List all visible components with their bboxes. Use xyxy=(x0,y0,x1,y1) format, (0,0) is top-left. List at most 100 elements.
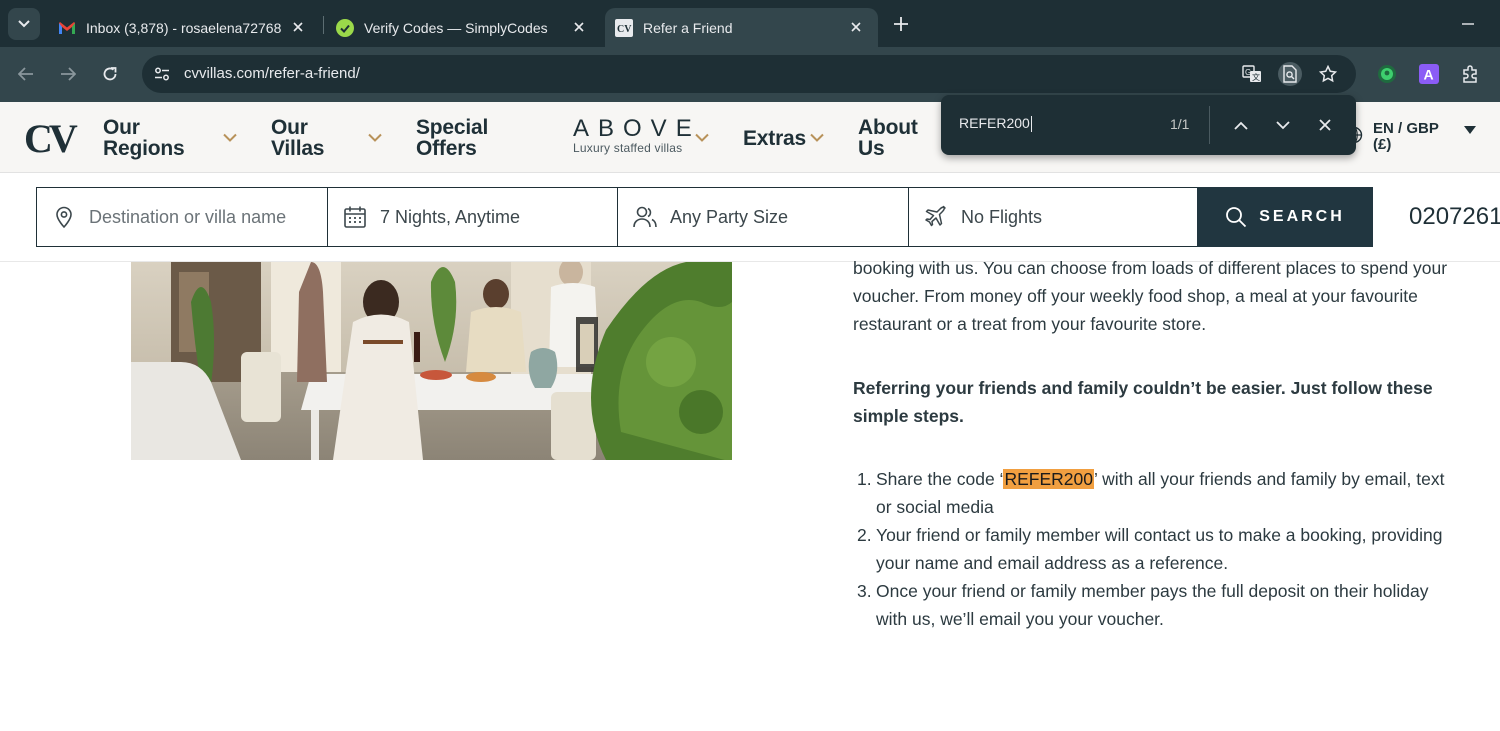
chevron-down-icon[interactable] xyxy=(695,133,709,143)
above-wordmark: ABOVE xyxy=(573,115,701,142)
list-item: 3. Once your friend or family member pay… xyxy=(853,577,1453,633)
nav-our-regions[interactable]: Our Regions xyxy=(103,116,185,160)
find-input[interactable]: REFER200 xyxy=(959,115,1032,133)
language-currency-selector[interactable]: EN / GBP (£) xyxy=(1373,121,1439,153)
search-button-label: SEARCH xyxy=(1259,208,1345,225)
currency-label: (£) xyxy=(1373,136,1392,153)
extension-letter: A xyxy=(1424,67,1434,83)
people-icon xyxy=(632,204,658,230)
tab-separator xyxy=(323,16,324,34)
party-size-value: Any Party Size xyxy=(670,206,789,227)
step-text: Your friend or family member will contac… xyxy=(876,525,1443,573)
find-match-count: 1/1 xyxy=(1170,116,1190,132)
browser-tab-bar: Inbox (3,878) - rosaelena72768 Verify Co… xyxy=(0,0,1500,47)
extensions-puzzle-icon[interactable] xyxy=(1459,62,1483,86)
site-info-icon[interactable] xyxy=(150,62,174,86)
tab-simplycodes[interactable]: Verify Codes — SimplyCodes xyxy=(326,8,601,47)
referral-code-highlight: REFER200 xyxy=(1003,469,1094,489)
nav-label: Offers xyxy=(416,137,477,160)
nav-special-offers[interactable]: Special Offers xyxy=(416,117,488,159)
new-tab-button[interactable] xyxy=(889,12,913,36)
tab-gmail[interactable]: Inbox (3,878) - rosaelena72768 xyxy=(48,8,320,47)
close-icon xyxy=(1319,119,1331,131)
simplycodes-icon xyxy=(336,18,354,37)
search-button[interactable]: SEARCH xyxy=(1197,187,1373,247)
chevron-down-icon[interactable] xyxy=(368,133,382,143)
close-tab-icon[interactable] xyxy=(288,17,308,37)
find-query: REFER200 xyxy=(959,115,1030,131)
bookmark-star-icon[interactable] xyxy=(1316,62,1340,86)
chevron-down-icon xyxy=(18,20,30,28)
referral-steps-list: 1. Share the code ‘REFER200’ with all yo… xyxy=(853,465,1453,633)
url-text: cvvillas.com/refer-a-friend/ xyxy=(184,65,360,82)
chevron-up-icon xyxy=(1234,121,1248,130)
above-luxury-link[interactable]: ABOVE Luxury staffed villas xyxy=(573,115,701,155)
flights-value: No Flights xyxy=(961,206,1043,227)
arrow-left-icon xyxy=(18,67,33,81)
destination-field[interactable] xyxy=(37,188,328,246)
tab-title: Refer a Friend xyxy=(643,19,733,36)
step-text: Once your friend or family member pays t… xyxy=(876,581,1429,629)
caret-down-icon[interactable] xyxy=(1464,126,1476,134)
find-next-button[interactable] xyxy=(1269,111,1297,139)
back-button[interactable] xyxy=(13,61,39,87)
reload-icon xyxy=(103,67,117,81)
destination-input[interactable] xyxy=(89,206,319,228)
step-text: Share the code ‘ xyxy=(876,469,1004,489)
chevron-down-icon[interactable] xyxy=(810,133,824,143)
tab-search-button[interactable] xyxy=(8,8,40,40)
text-cursor xyxy=(1030,116,1032,133)
intro-paragraph: booking with us. You can choose from loa… xyxy=(853,258,1448,334)
minimize-window-button[interactable] xyxy=(1456,12,1480,36)
party-size-field[interactable]: Any Party Size xyxy=(618,188,909,246)
tab-title: Inbox (3,878) - rosaelena72768 xyxy=(86,19,281,36)
find-previous-button[interactable] xyxy=(1227,111,1255,139)
nav-label: Extras xyxy=(743,127,807,150)
find-close-button[interactable] xyxy=(1311,111,1339,139)
forward-button[interactable] xyxy=(55,61,81,87)
nav-label: Us xyxy=(858,137,885,160)
tab-refer-a-friend[interactable]: CV Refer a Friend xyxy=(605,8,878,47)
nav-label: Special xyxy=(416,116,489,139)
above-tagline: Luxury staffed villas xyxy=(573,141,683,155)
translate-icon[interactable]: G文 xyxy=(1240,62,1264,86)
find-in-page-icon[interactable] xyxy=(1278,62,1302,86)
nav-label: Regions xyxy=(103,137,185,160)
arrow-right-icon xyxy=(61,67,76,81)
language-label: EN / GBP xyxy=(1373,120,1439,137)
steps-intro-heading: Referring your friends and family couldn… xyxy=(853,378,1433,426)
chevron-down-icon[interactable] xyxy=(223,133,237,143)
phone-number[interactable]: 0207261 xyxy=(1409,203,1500,231)
nav-label: Villas xyxy=(271,137,325,160)
villa-search-form: 7 Nights, Anytime Any Party Size No Flig… xyxy=(36,187,1198,247)
cv-villas-icon: CV xyxy=(615,18,633,37)
reload-button[interactable] xyxy=(97,61,123,87)
airplane-icon xyxy=(923,204,949,230)
cv-villas-logo[interactable]: CV xyxy=(24,115,78,162)
extension-green-icon[interactable] xyxy=(1375,62,1399,86)
nav-our-villas[interactable]: Our Villas xyxy=(271,117,324,159)
minimize-icon xyxy=(1462,23,1474,25)
list-item: 2. Your friend or family member will con… xyxy=(853,521,1453,577)
extension-a-icon[interactable]: A xyxy=(1417,62,1441,86)
nav-about-us[interactable]: About Us xyxy=(858,117,918,159)
plus-icon xyxy=(894,17,908,31)
find-in-page-bar: REFER200 xyxy=(941,95,1356,155)
close-tab-icon[interactable] xyxy=(846,17,866,37)
step-number: 1. xyxy=(857,469,872,489)
nav-label: Our xyxy=(103,116,140,139)
list-item: 1. Share the code ‘REFER200’ with all yo… xyxy=(853,465,1453,521)
step-number: 2. xyxy=(857,525,872,545)
dates-field[interactable]: 7 Nights, Anytime xyxy=(328,188,618,246)
svg-text:CV: CV xyxy=(617,24,632,35)
villa-dining-photo xyxy=(131,262,732,460)
address-bar[interactable]: cvvillas.com/refer-a-friend/ G文 xyxy=(142,55,1356,93)
search-icon xyxy=(1225,206,1247,228)
find-separator xyxy=(1209,106,1210,144)
close-tab-icon[interactable] xyxy=(569,17,589,37)
flights-field[interactable]: No Flights xyxy=(909,188,1197,246)
nav-label: About xyxy=(858,116,918,139)
nav-label: Our xyxy=(271,116,308,139)
nav-extras[interactable]: Extras xyxy=(743,128,806,149)
tab-title: Verify Codes — SimplyCodes xyxy=(364,19,548,36)
